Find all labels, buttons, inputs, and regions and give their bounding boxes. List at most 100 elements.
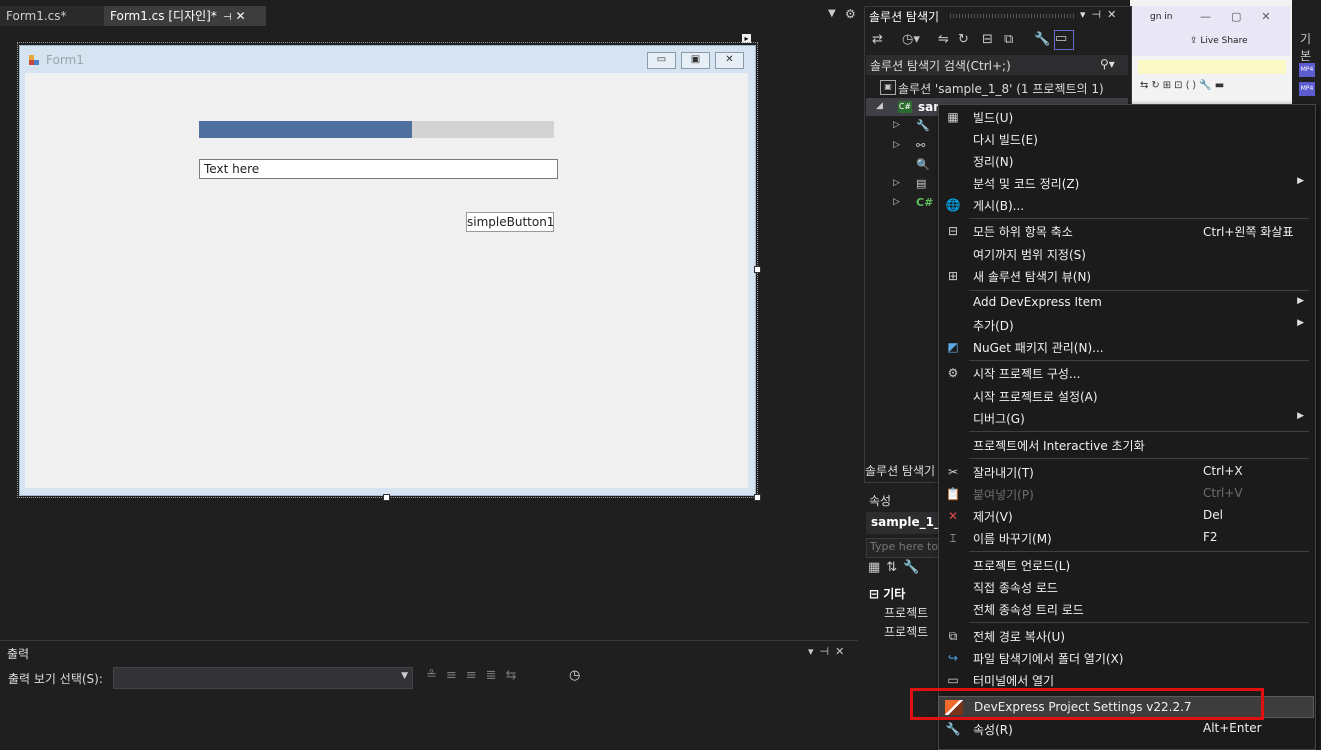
csharp-project-icon: C# (898, 101, 912, 113)
tab-label: Form1.cs [디자인]* (110, 9, 217, 23)
properties-category[interactable]: ⊟ 기타 (869, 585, 905, 602)
minimize-button[interactable]: ▭ (647, 52, 676, 69)
history-icon[interactable]: ◷▾ (902, 32, 920, 47)
tab-solution-explorer[interactable]: 솔루션 탐색기 (865, 462, 937, 480)
clock-icon[interactable]: ◷ (569, 668, 580, 683)
menu-item-interactive[interactable]: 프로젝트에서 Interactive 초기화 (938, 434, 1314, 456)
search-placeholder: 솔루션 탐색기 검색(Ctrl+;) (870, 59, 1011, 73)
delete-icon: ✕ (947, 509, 959, 523)
globe-icon: 🌐 (945, 198, 961, 212)
expand-arrow-icon[interactable]: ▷ (893, 140, 900, 150)
menu-item-rename[interactable]: ⌶ 이름 바꾸기(M) F2 (938, 527, 1314, 549)
sync-icon[interactable]: ⇋ (938, 32, 949, 47)
menu-item-unload-project[interactable]: 프로젝트 언로드(L) (938, 554, 1314, 576)
menu-item-set-startup[interactable]: 시작 프로젝트로 설정(A) (938, 385, 1314, 407)
menu-item-debug[interactable]: 디버그(G) ▶ (938, 407, 1314, 429)
terminal-icon: ▭ (947, 673, 959, 687)
output-toolbar-icons[interactable]: ≗≡≡≣⇆ (426, 668, 525, 683)
menu-item-remove[interactable]: ✕ 제거(V) Del (938, 505, 1314, 527)
settings-file-icon: 🔍 (916, 158, 930, 171)
menu-item-nuget[interactable]: ◩ NuGet 패키지 관리(N)... (938, 336, 1314, 358)
mp4-file-icon[interactable]: MP4 (1299, 82, 1315, 96)
signin-link[interactable]: gn in (1150, 12, 1172, 22)
menu-item-build[interactable]: ▦ 빌드(U) (938, 106, 1314, 128)
panel-window-icons[interactable]: ▾⊣✕ (808, 645, 850, 658)
properties-toolbar-icons[interactable]: ▦⇅🔧 (868, 560, 925, 575)
menu-separator (969, 551, 1309, 552)
submenu-arrow-icon: ▶ (1297, 296, 1304, 306)
highlight-annotation-box (910, 688, 1264, 720)
collapse-all-icon[interactable]: ⊟ (982, 32, 993, 47)
properties-object-name: sample_1_8 (871, 515, 949, 529)
tab-dropdown-icon[interactable]: ▼ (828, 8, 836, 19)
mp4-file-icon[interactable]: MP4 (1299, 63, 1315, 77)
progress-bar[interactable] (199, 121, 554, 138)
nuget-icon: ◩ (947, 340, 959, 354)
panel-window-icons[interactable]: ▾⊣✕ (1080, 8, 1122, 21)
expand-arrow-icon[interactable]: ▷ (893, 197, 900, 207)
output-title: 출력 (7, 647, 30, 661)
submenu-arrow-icon: ▶ (1297, 318, 1304, 328)
wrench-icon[interactable]: 🔧 (1034, 32, 1050, 47)
expand-arrow-icon[interactable]: ▷ (893, 178, 900, 188)
menu-item-open-folder[interactable]: ↪ 파일 탐색기에서 폴더 열기(X) (938, 647, 1314, 669)
menu-item-scope-to-this[interactable]: 여기까지 범위 지정(S) (938, 243, 1314, 265)
solution-node[interactable]: 솔루션 'sample_1_8' (1 프로젝트의 1) (898, 80, 1104, 97)
menu-item-startup-config[interactable]: ⚙ 시작 프로젝트 구성... (938, 362, 1314, 384)
tab-form1-code[interactable]: Form1.cs* (0, 6, 106, 26)
close-icon[interactable]: ✕ (236, 9, 246, 23)
menu-item-load-dep-tree[interactable]: 전체 종속성 트리 로드 (938, 598, 1314, 620)
pin-icon[interactable]: ⊣ (223, 12, 232, 23)
menu-item-rebuild[interactable]: 다시 빌드(E) (938, 128, 1314, 150)
text-input[interactable]: Text here (199, 159, 558, 179)
tab-form1-designer[interactable]: Form1.cs [디자인]* ⊣ ✕ (104, 6, 266, 26)
property-row[interactable]: 프로젝트 (884, 604, 928, 621)
gear-icon[interactable]: ⚙ (845, 7, 856, 21)
open-folder-icon: ↪ (947, 651, 959, 665)
properties-title: 속성 (869, 494, 892, 508)
solution-explorer-title: 솔루션 탐색기 (869, 10, 940, 24)
live-share-button[interactable]: ⇪ Live Share (1190, 36, 1248, 46)
menu-separator (969, 290, 1309, 291)
refresh-icon[interactable]: ↻ (958, 32, 969, 47)
menu-item-collapse-all[interactable]: ⊟ 모든 하위 항목 축소 Ctrl+왼쪽 화살표 (938, 220, 1314, 242)
rename-icon: ⌶ (949, 531, 957, 545)
menu-item-load-direct-deps[interactable]: 직접 종속성 로드 (938, 576, 1314, 598)
preview-icon[interactable]: ▭ (1054, 30, 1074, 50)
menu-item-cut[interactable]: ✂ 잘라내기(T) Ctrl+X (938, 461, 1314, 483)
solution-icon: ▣ (880, 80, 896, 95)
menu-item-properties[interactable]: 🔧 속성(R) Alt+Enter (938, 718, 1314, 740)
close-button[interactable]: ✕ (715, 52, 744, 69)
collapse-icon: ⊟ (947, 224, 959, 238)
expand-arrow-icon[interactable]: ◢ (876, 101, 883, 111)
background-toolbar-icons[interactable]: ⇆↻⊞⊡⟨⟩🔧▬ (1140, 80, 1227, 91)
menu-item-add-devexpress[interactable]: Add DevExpress Item ▶ (938, 292, 1314, 314)
resize-handle[interactable] (754, 494, 761, 501)
form-app-icon (28, 54, 40, 66)
expand-arrow-icon[interactable]: ▷ (893, 120, 900, 130)
window-controls-icons[interactable]: —▢✕ (1200, 10, 1291, 23)
form-file-icon: ▤ (916, 177, 927, 190)
switch-view-icon[interactable]: ⇄ (872, 32, 883, 47)
menu-item-paste[interactable]: 📋 붙여넣기(P) Ctrl+V (938, 483, 1314, 505)
drag-grip[interactable] (950, 14, 1076, 18)
menu-separator (969, 622, 1309, 623)
show-all-files-icon[interactable]: ⧉ (1004, 32, 1013, 47)
live-share-label: Live Share (1200, 36, 1248, 46)
resize-handle[interactable] (383, 494, 390, 501)
resize-handle[interactable] (754, 266, 761, 273)
menu-item-publish[interactable]: 🌐 게시(B)... (938, 194, 1314, 216)
simple-button[interactable]: simpleButton1 (466, 212, 554, 232)
output-source-select[interactable]: ▼ (113, 667, 413, 689)
search-icon[interactable]: ⚲▾ (1100, 57, 1115, 71)
menu-item-add[interactable]: 추가(D) ▶ (938, 314, 1314, 336)
property-row[interactable]: 프로젝트 (884, 623, 928, 640)
menu-separator (969, 458, 1309, 459)
menu-item-clean[interactable]: 정리(N) (938, 150, 1314, 172)
maximize-button[interactable]: ▣ (681, 52, 710, 69)
menu-item-new-view[interactable]: ⊞ 새 솔루션 탐색기 뷰(N) (938, 265, 1314, 287)
build-icon: ▦ (947, 110, 959, 124)
menu-item-analyze[interactable]: 분석 및 코드 정리(Z) ▶ (938, 172, 1314, 194)
submenu-arrow-icon: ▶ (1297, 176, 1304, 186)
menu-item-copy-full-path[interactable]: ⧉ 전체 경로 복사(U) (938, 625, 1314, 647)
